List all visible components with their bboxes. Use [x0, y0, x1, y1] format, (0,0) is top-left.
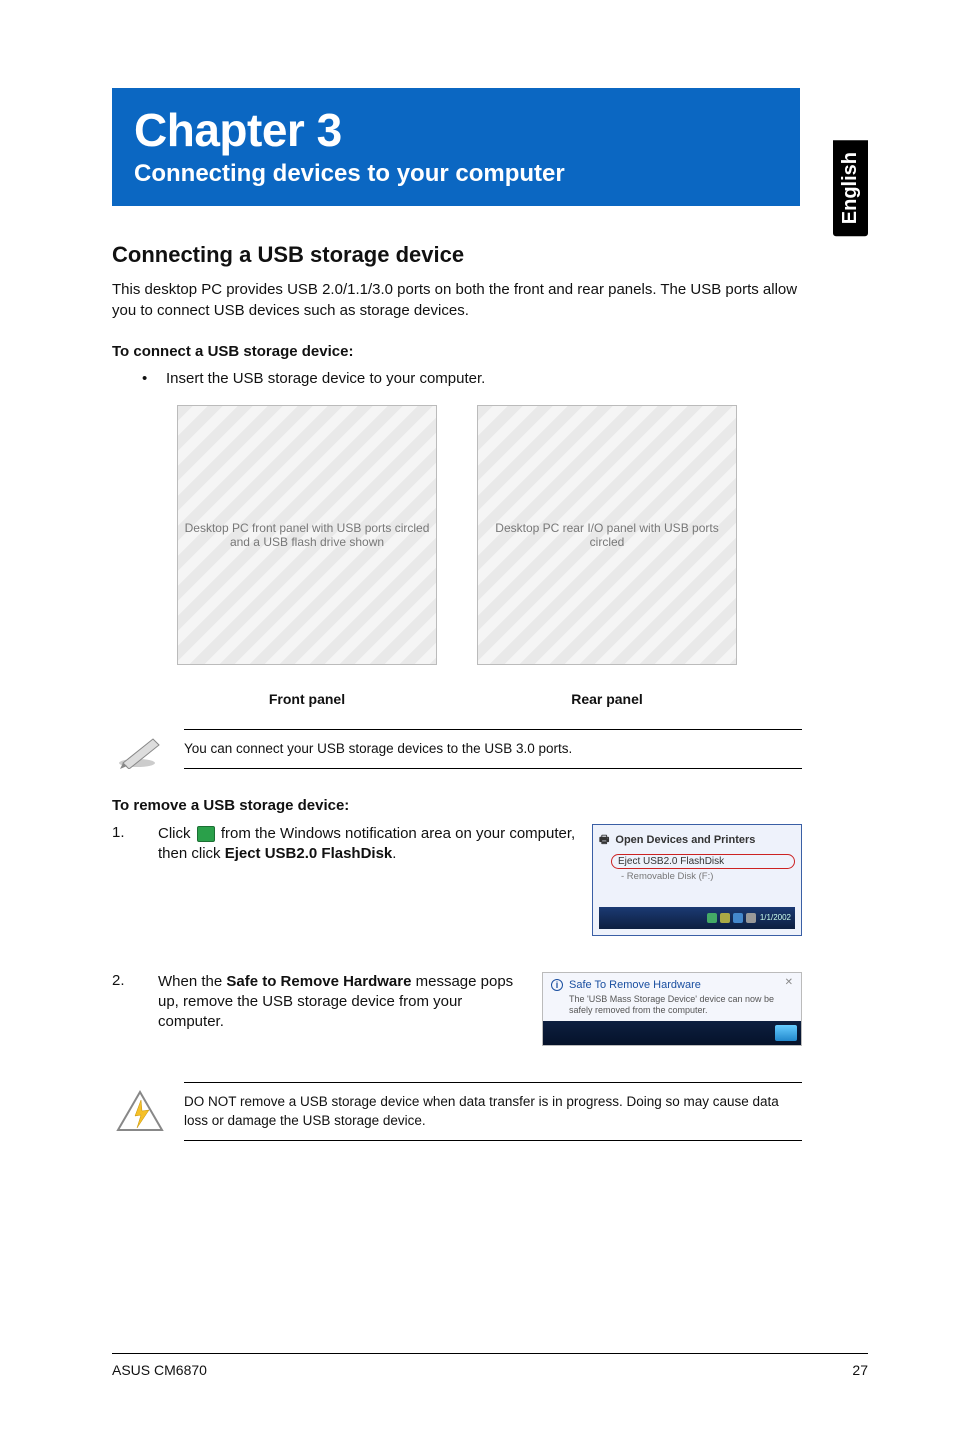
balloon-message: The 'USB Mass Storage Device' device can…: [569, 994, 793, 1016]
system-tray: [707, 913, 756, 923]
chapter-title: Connecting devices to your computer: [134, 160, 778, 188]
page-footer: ASUS CM6870 27: [112, 1353, 868, 1378]
step-1-suffix: .: [392, 845, 396, 862]
warning-box: DO NOT remove a USB storage device when …: [112, 1082, 802, 1140]
note-pencil-icon: [112, 727, 168, 771]
note-box: You can connect your USB storage devices…: [112, 727, 802, 771]
step-2-number: 2.: [112, 972, 158, 989]
step-1: 1. Click from the Windows notification a…: [112, 824, 802, 936]
balloon-title: Safe To Remove Hardware: [569, 979, 701, 991]
footer-page-number: 27: [852, 1362, 868, 1378]
tray-icon: [733, 913, 743, 923]
taskbar: 1/1/2002: [599, 907, 795, 929]
connect-subhead: To connect a USB storage device:: [112, 343, 802, 360]
bullet-icon: •: [142, 370, 166, 387]
section-heading: Connecting a USB storage device: [112, 242, 802, 268]
removable-disk-label: - Removable Disk (F:): [621, 871, 795, 882]
open-devices-printers-item: 🖶 Open Devices and Printers: [599, 831, 795, 850]
step-1-bold: Eject USB2.0 FlashDisk: [225, 845, 393, 862]
tray-icon: [746, 913, 756, 923]
remove-steps: 1. Click from the Windows notification a…: [112, 824, 802, 1047]
language-tab: English: [833, 140, 868, 236]
taskbar-date: 1/1/2002: [760, 914, 791, 922]
safely-remove-tray-icon: [197, 826, 215, 842]
connect-bullet-text: Insert the USB storage device to your co…: [166, 370, 802, 387]
step-2-prefix: When the: [158, 973, 226, 990]
panel-images-row: Desktop PC front panel with USB ports ci…: [112, 405, 802, 707]
tray-icon: [707, 913, 717, 923]
balloon-close-icon: ✕: [785, 977, 795, 988]
front-panel-figure: Desktop PC front panel with USB ports ci…: [177, 405, 437, 707]
rear-panel-caption: Rear panel: [571, 691, 643, 707]
balloon-taskbar: [543, 1021, 801, 1045]
tray-icon: [720, 913, 730, 923]
rear-panel-image: Desktop PC rear I/O panel with USB ports…: [477, 405, 737, 665]
manual-page: English Chapter 3 Connecting devices to …: [0, 0, 954, 1438]
footer-model: ASUS CM6870: [112, 1362, 207, 1378]
warning-lightning-icon: [112, 1090, 168, 1134]
eject-menu-screenshot: 🖶 Open Devices and Printers Eject USB2.0…: [592, 824, 802, 936]
safe-remove-balloon-screenshot: ✕ i Safe To Remove Hardware The 'USB Mas…: [542, 972, 802, 1047]
step-2-bold: Safe to Remove Hardware: [226, 973, 411, 990]
step-1-prefix: Click: [158, 825, 195, 842]
window-thumb-icon: [775, 1025, 797, 1041]
connect-bullet-row: • Insert the USB storage device to your …: [142, 370, 802, 387]
chapter-banner: Chapter 3 Connecting devices to your com…: [112, 88, 800, 206]
info-icon: i: [551, 979, 563, 991]
step-1-number: 1.: [112, 824, 158, 841]
front-panel-image: Desktop PC front panel with USB ports ci…: [177, 405, 437, 665]
balloon-title-row: i Safe To Remove Hardware: [551, 979, 793, 991]
section-intro: This desktop PC provides USB 2.0/1.1/3.0…: [112, 280, 802, 321]
step-2-body: When the Safe to Remove Hardware message…: [158, 972, 542, 1033]
printer-icon: 🖶: [599, 831, 609, 850]
step-2: 2. When the Safe to Remove Hardware mess…: [112, 972, 802, 1047]
content-area: Connecting a USB storage device This des…: [112, 242, 802, 1141]
note-text: You can connect your USB storage devices…: [184, 729, 802, 769]
chapter-number: Chapter 3: [134, 106, 778, 154]
remove-subhead: To remove a USB storage device:: [112, 797, 802, 814]
eject-flashdisk-item: Eject USB2.0 FlashDisk: [611, 854, 795, 869]
step-1-body: Click from the Windows notification area…: [158, 824, 592, 865]
rear-panel-figure: Desktop PC rear I/O panel with USB ports…: [477, 405, 737, 707]
front-panel-caption: Front panel: [269, 691, 345, 707]
warning-text: DO NOT remove a USB storage device when …: [184, 1082, 802, 1140]
open-devices-printers-label: Open Devices and Printers: [615, 834, 755, 846]
